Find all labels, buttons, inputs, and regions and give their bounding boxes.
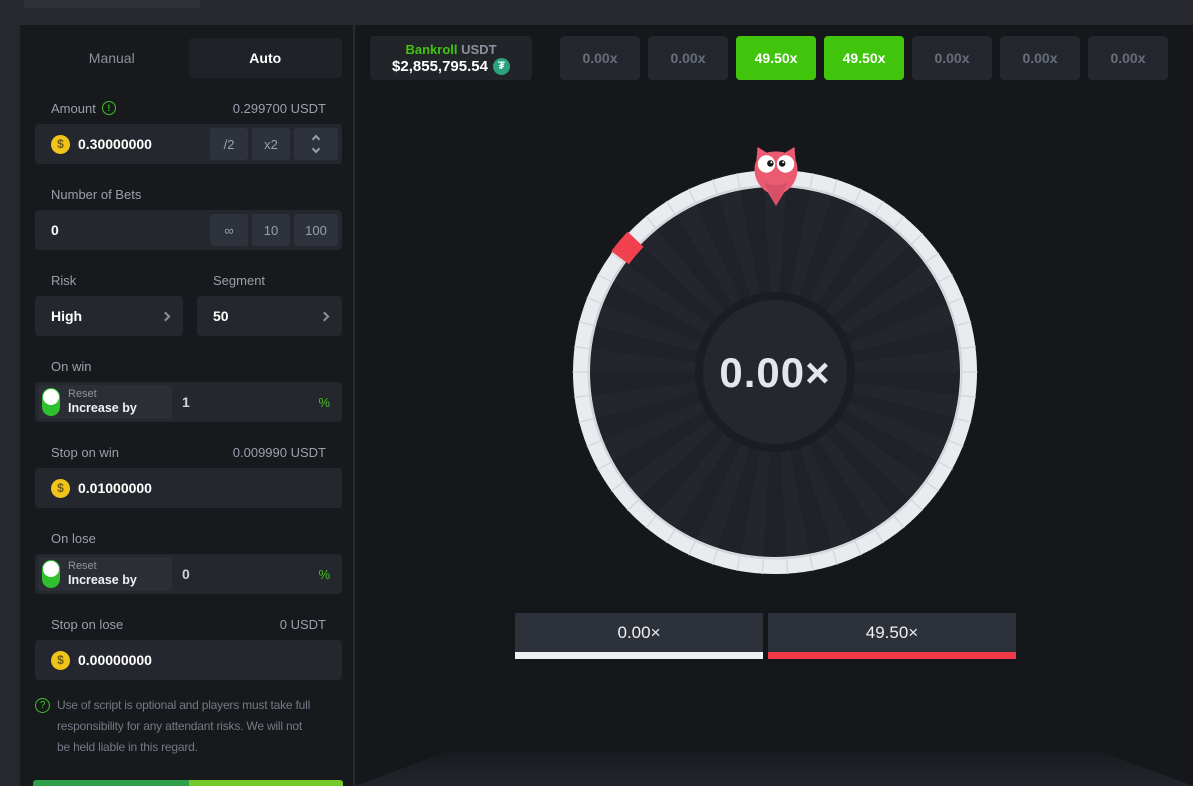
stop-on-win-input[interactable]: 0.01000000: [78, 480, 152, 496]
result-bar-white: 0.00×: [515, 613, 763, 652]
amount-info-icon[interactable]: !: [102, 101, 116, 115]
stop-on-lose-row: $ 0.00000000: [35, 640, 342, 680]
on-lose-reset-option[interactable]: Reset: [68, 560, 137, 573]
amount-stepper[interactable]: [294, 128, 338, 160]
amount-label-row: Amount ! 0.299700 USDT: [35, 99, 342, 117]
top-game-tab[interactable]: [24, 0, 200, 8]
stop-on-win-label: Stop on win: [51, 445, 119, 460]
autobet-button-left[interactable]: [33, 780, 189, 786]
bankroll-box: Bankroll USDT $2,855,795.54 ₮: [370, 36, 532, 80]
stop-on-lose-label: Stop on lose: [51, 617, 123, 632]
chevron-up-icon[interactable]: [312, 135, 320, 143]
result-bar-red-underline: [768, 652, 1016, 659]
on-win-percent-input[interactable]: 1: [182, 394, 318, 410]
script-disclaimer: ? Use of script is optional and players …: [35, 695, 342, 758]
coin-icon: $: [51, 479, 70, 498]
risk-value: High: [51, 308, 162, 324]
number-of-bets-label: Number of Bets: [51, 187, 141, 202]
percent-sign: %: [318, 395, 330, 410]
stop-on-win-label-row: Stop on win 0.009990 USDT: [35, 443, 342, 461]
bet-sidebar: Manual Auto Amount ! 0.299700 USDT $ 0.3…: [20, 25, 353, 786]
result-bar-white-label: 0.00×: [617, 623, 660, 643]
bankroll-label: Bankroll: [405, 42, 457, 57]
tether-icon: ₮: [493, 58, 510, 75]
start-autobet-buttons: [33, 780, 343, 786]
on-win-row: Reset Increase by 1 %: [35, 382, 342, 422]
number-of-bets-input[interactable]: 0: [51, 222, 59, 238]
history-multiplier-chip: 0.00x: [1000, 36, 1080, 80]
on-win-increase-option[interactable]: Increase by: [68, 401, 137, 415]
history-multiplier-chip: 49.50x: [824, 36, 904, 80]
infinity-bets-button[interactable]: ∞: [210, 214, 248, 246]
history-multiplier-chip: 0.00x: [648, 36, 728, 80]
stage-floor: [355, 752, 1193, 786]
wheel: 0.00×: [570, 167, 980, 577]
history-multiplier-chip: 0.00x: [1088, 36, 1168, 80]
half-bet-button[interactable]: /2: [210, 128, 248, 160]
on-win-reset-option[interactable]: Reset: [68, 388, 137, 401]
number-of-bets-row: 0 ∞ 10 100: [35, 210, 342, 250]
game-area: Bankroll USDT $2,855,795.54 ₮ 0.00x 0.00…: [353, 25, 1193, 786]
disclaimer-line: be held liable in this regard.: [57, 737, 310, 758]
chevron-down-icon[interactable]: [312, 145, 320, 153]
number-of-bets-label-row: Number of Bets: [35, 185, 342, 203]
coin-icon: $: [51, 135, 70, 154]
on-lose-label-row: On lose: [35, 529, 342, 547]
segment-label: Segment: [197, 271, 342, 289]
bankroll-amount: $2,855,795.54: [392, 58, 488, 75]
on-lose-percent-input[interactable]: 0: [182, 566, 318, 582]
stop-on-lose-label-row: Stop on lose 0 USDT: [35, 615, 342, 633]
risk-dropdown[interactable]: High: [35, 296, 183, 336]
chevron-right-icon: [161, 311, 171, 321]
toggle-icon[interactable]: [42, 560, 60, 588]
toggle-icon[interactable]: [42, 388, 60, 416]
hundred-bets-button[interactable]: 100: [294, 214, 338, 246]
segment-value: 50: [213, 308, 321, 324]
on-win-label-row: On win: [35, 357, 342, 375]
on-win-mode-toggle[interactable]: Reset Increase by: [38, 385, 172, 419]
result-bar-red-label: 49.50×: [866, 623, 918, 643]
chevron-right-icon: [320, 311, 330, 321]
segment-dropdown[interactable]: 50: [197, 296, 342, 336]
history-multiplier-chip: 0.00x: [560, 36, 640, 80]
amount-label: Amount: [51, 101, 96, 116]
history-multiplier-chip: 49.50x: [736, 36, 816, 80]
owl-pointer-icon: [750, 146, 802, 208]
amount-input[interactable]: 0.30000000: [78, 136, 152, 152]
on-lose-mode-toggle[interactable]: Reset Increase by: [38, 557, 172, 591]
stop-on-lose-input[interactable]: 0.00000000: [78, 652, 152, 668]
question-icon: ?: [35, 698, 50, 713]
coin-icon: $: [51, 651, 70, 670]
disclaimer-line: Use of script is optional and players mu…: [57, 695, 310, 716]
disclaimer-line: responsibility for any attendant risks. …: [57, 716, 310, 737]
percent-sign: %: [318, 567, 330, 582]
history-multiplier-chip: 0.00x: [912, 36, 992, 80]
on-lose-label: On lose: [51, 531, 96, 546]
mode-tabs: Manual Auto: [35, 38, 342, 78]
bankroll-currency: USDT: [461, 42, 496, 57]
tab-auto[interactable]: Auto: [189, 38, 343, 78]
on-lose-increase-option[interactable]: Increase by: [68, 573, 137, 587]
autobet-button-right[interactable]: [189, 780, 343, 786]
amount-input-row: $ 0.30000000 /2 x2: [35, 124, 342, 164]
ten-bets-button[interactable]: 10: [252, 214, 290, 246]
amount-converted: 0.299700 USDT: [233, 101, 326, 116]
risk-label: Risk: [35, 271, 183, 289]
stop-on-win-converted: 0.009990 USDT: [233, 445, 326, 460]
tab-manual[interactable]: Manual: [35, 38, 189, 78]
result-bar-red: 49.50×: [768, 613, 1016, 652]
wheel-result-multiplier: 0.00×: [719, 349, 830, 396]
double-bet-button[interactable]: x2: [252, 128, 290, 160]
on-lose-row: Reset Increase by 0 %: [35, 554, 342, 594]
stop-on-win-row: $ 0.01000000: [35, 468, 342, 508]
result-bar-white-underline: [515, 652, 763, 659]
stop-on-lose-converted: 0 USDT: [280, 617, 326, 632]
on-win-label: On win: [51, 359, 91, 374]
